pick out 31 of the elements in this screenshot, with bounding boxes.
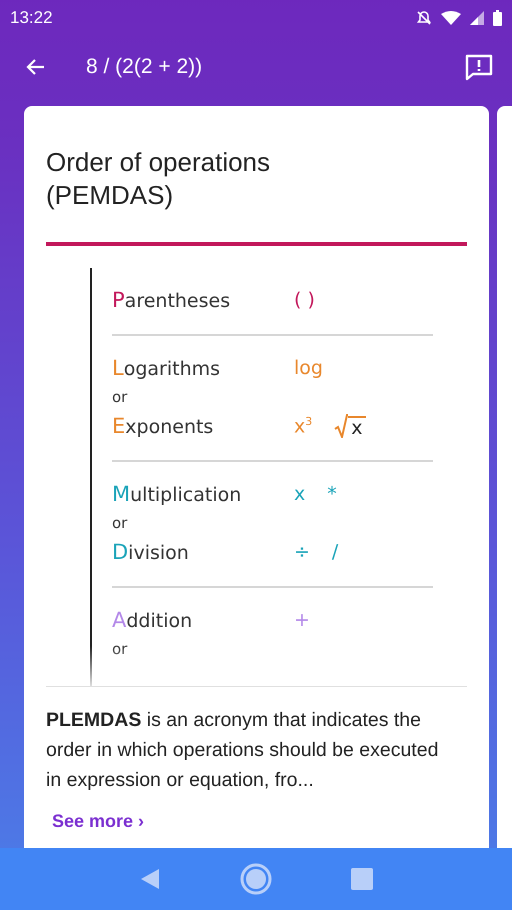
math-symbol: x$^{3}$ [294,414,312,438]
operation-term: Logarithms [112,356,222,380]
clock: 13:22 [10,8,53,28]
math-symbol: * [327,483,337,505]
battery-icon [493,10,502,26]
see-more-link[interactable]: See more › [46,811,144,832]
math-symbol: + [294,609,310,631]
or-label: or [112,513,128,534]
or-label: or [112,387,128,408]
operation-term: Addition [112,608,194,632]
math-symbol: x [294,483,306,505]
back-nav-icon[interactable] [139,867,161,891]
operation-term: Exponents [112,414,214,438]
operation-term: Parentheses [112,288,232,312]
bell-off-icon [416,10,432,26]
operation-term: Division [112,540,190,564]
operation-term: Multiplication [112,482,242,506]
screen-title: 8 / (2(2 + 2)) [86,55,204,79]
square-root-icon [334,414,348,438]
math-symbol: / [332,541,338,563]
card-title: Order of operations (PEMDAS) [46,146,272,212]
wifi-icon [441,11,461,25]
math-symbol: log [294,357,323,379]
description-text: PLEMDAS is an acronym that indicates the order in which operations should be executed in expression or equation, fro... [46,708,440,793]
or-label: or [112,639,128,660]
feedback-button[interactable] [464,53,494,81]
math-symbol: ( ) [294,289,315,311]
feedback-icon [464,53,494,81]
math-symbol: ÷ [294,541,310,563]
signal-icon [470,11,484,25]
home-nav-icon[interactable] [239,862,273,896]
